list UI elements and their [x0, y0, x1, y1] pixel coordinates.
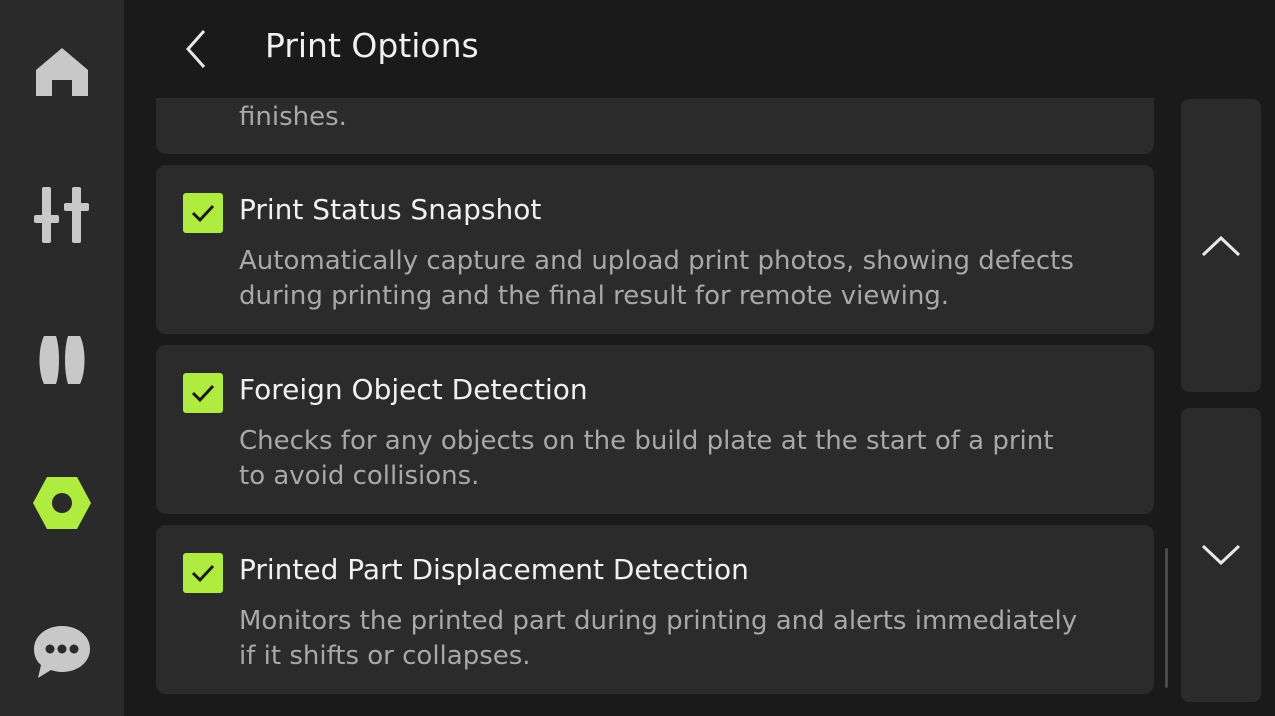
checkbox-print-status-snapshot[interactable] — [183, 193, 223, 233]
sidebar-item-controls[interactable] — [0, 165, 124, 265]
sidebar-item-settings[interactable] — [0, 453, 124, 553]
check-icon — [191, 384, 215, 403]
option-title: Print Status Snapshot — [239, 193, 542, 226]
check-icon — [191, 204, 215, 223]
home-icon — [36, 48, 88, 96]
option-title: Printed Part Displacement Detection — [239, 553, 749, 586]
option-title: Foreign Object Detection — [239, 373, 588, 406]
sliders-icon — [34, 187, 89, 243]
page-title: Print Options — [265, 26, 479, 65]
scrollbar[interactable] — [1165, 548, 1168, 688]
option-card-printed-part-displacement-detection[interactable]: Printed Part Displacement Detection Moni… — [156, 525, 1154, 694]
option-card-partial: finishes. — [156, 98, 1154, 154]
option-card-print-status-snapshot[interactable]: Print Status Snapshot Automatically capt… — [156, 165, 1154, 334]
sidebar — [0, 0, 124, 716]
option-description: finishes. — [239, 102, 347, 132]
settings-hex-icon — [33, 477, 91, 529]
option-card-foreign-object-detection[interactable]: Foreign Object Detection Checks for any … — [156, 345, 1154, 514]
check-icon — [191, 564, 215, 583]
chevron-down-icon — [1201, 544, 1241, 566]
sidebar-item-home[interactable] — [0, 22, 124, 122]
chat-icon — [34, 626, 90, 678]
back-button[interactable] — [174, 18, 218, 80]
checkbox-foreign-object-detection[interactable] — [183, 373, 223, 413]
option-description: Automatically capture and upload print p… — [239, 246, 1074, 311]
options-list[interactable]: finishes. Print Status Snapshot Automati… — [156, 98, 1154, 716]
checkbox-printed-part-displacement-detection[interactable] — [183, 553, 223, 593]
scroll-down-button[interactable] — [1181, 408, 1261, 702]
scroll-up-button[interactable] — [1181, 99, 1261, 392]
chevron-left-icon — [185, 30, 206, 68]
option-description: Monitors the printed part during printin… — [239, 606, 1078, 671]
option-description: Checks for any objects on the build plat… — [239, 426, 1054, 491]
sidebar-item-filament[interactable] — [0, 310, 124, 410]
header: Print Options — [124, 0, 1275, 98]
filament-icon — [39, 336, 85, 384]
chevron-up-icon — [1201, 235, 1241, 256]
sidebar-item-messages[interactable] — [0, 602, 124, 702]
